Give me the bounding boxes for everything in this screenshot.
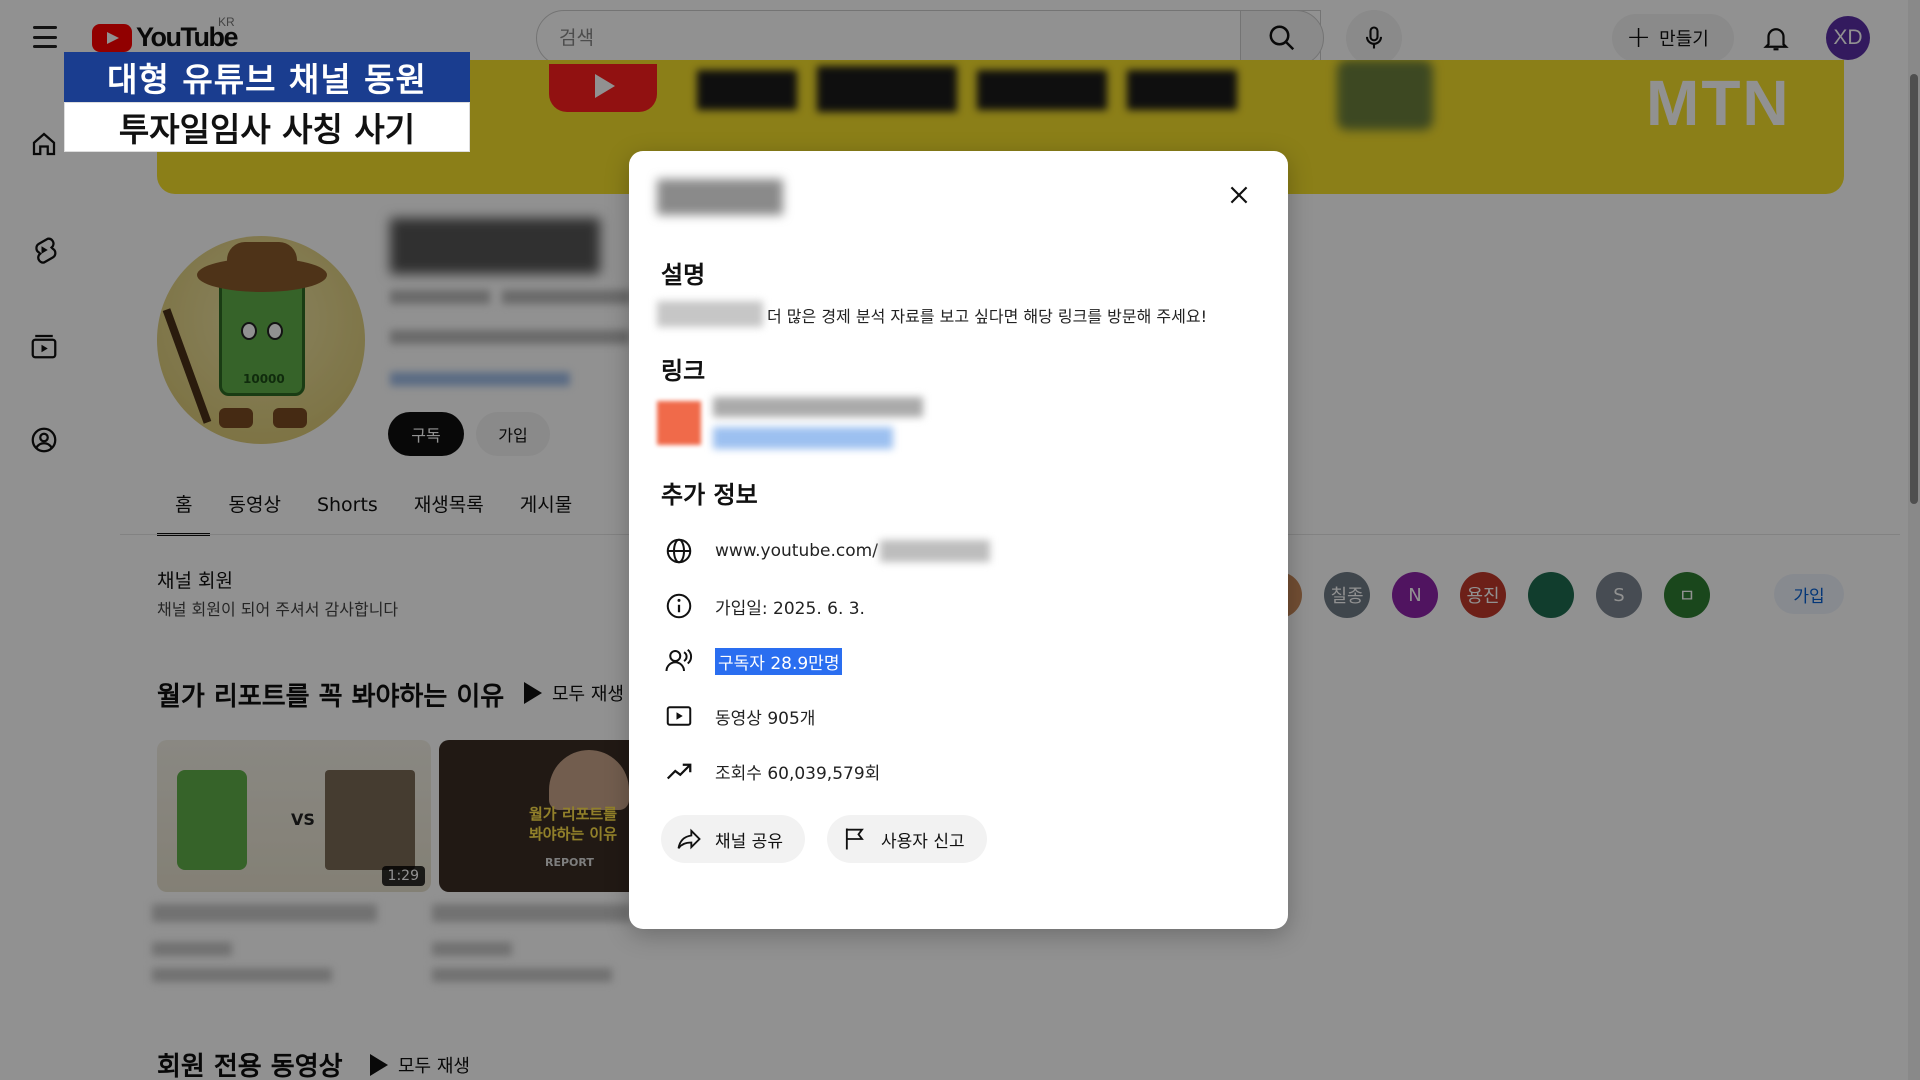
channel-about-dialog: 설명 더 많은 경제 분석 자료를 보고 싶다면 해당 링크를 방문해 주세요!… — [629, 151, 1288, 929]
links-heading: 링크 — [661, 357, 706, 385]
info-row-subscribers: 구독자 28.9만명 — [661, 643, 843, 679]
description-text: 더 많은 경제 분석 자료를 보고 싶다면 해당 링크를 방문해 주세요! — [767, 307, 1207, 326]
info-row-views: 조회수 60,039,579회 — [661, 753, 880, 789]
blurred-link-url[interactable] — [713, 427, 893, 449]
link-favicon — [657, 401, 701, 445]
report-user-button[interactable]: 사용자 신고 — [827, 815, 987, 863]
share-channel-label: 채널 공유 — [715, 831, 783, 852]
blurred-url-handle — [879, 540, 990, 562]
blurred-dialog-title — [657, 179, 783, 215]
blurred-link-title — [713, 397, 923, 417]
close-button[interactable] — [1217, 173, 1261, 217]
channel-url[interactable]: www.youtube.com/ — [715, 540, 990, 562]
news-chyron-line1: 대형 유튜브 채널 동원 — [64, 52, 470, 102]
close-icon — [1230, 186, 1248, 204]
subscribers-icon — [661, 643, 697, 679]
joined-date: 가입일: 2025. 6. 3. — [715, 598, 865, 619]
info-row-videos: 동영상 905개 — [661, 698, 815, 734]
extra-info-heading: 추가 정보 — [661, 481, 758, 509]
report-user-label: 사용자 신고 — [881, 831, 965, 852]
channel-url-text: www.youtube.com/ — [715, 541, 878, 561]
flag-icon — [845, 828, 864, 850]
news-chyron-line2: 투자일임사 사칭 사기 — [64, 102, 470, 152]
blurred-description-start — [657, 301, 763, 327]
info-row-url[interactable]: www.youtube.com/ — [661, 533, 990, 569]
share-channel-button[interactable]: 채널 공유 — [661, 815, 805, 863]
description-heading: 설명 — [661, 261, 706, 289]
share-icon — [677, 828, 701, 850]
view-count: 조회수 60,039,579회 — [715, 763, 881, 784]
subscriber-count: 구독자 28.9만명 — [715, 647, 843, 675]
info-icon — [661, 588, 697, 624]
video-count: 동영상 905개 — [715, 708, 816, 729]
video-icon — [661, 698, 697, 734]
globe-icon — [661, 533, 697, 569]
info-row-joined: 가입일: 2025. 6. 3. — [661, 588, 865, 624]
trending-icon — [661, 753, 697, 789]
